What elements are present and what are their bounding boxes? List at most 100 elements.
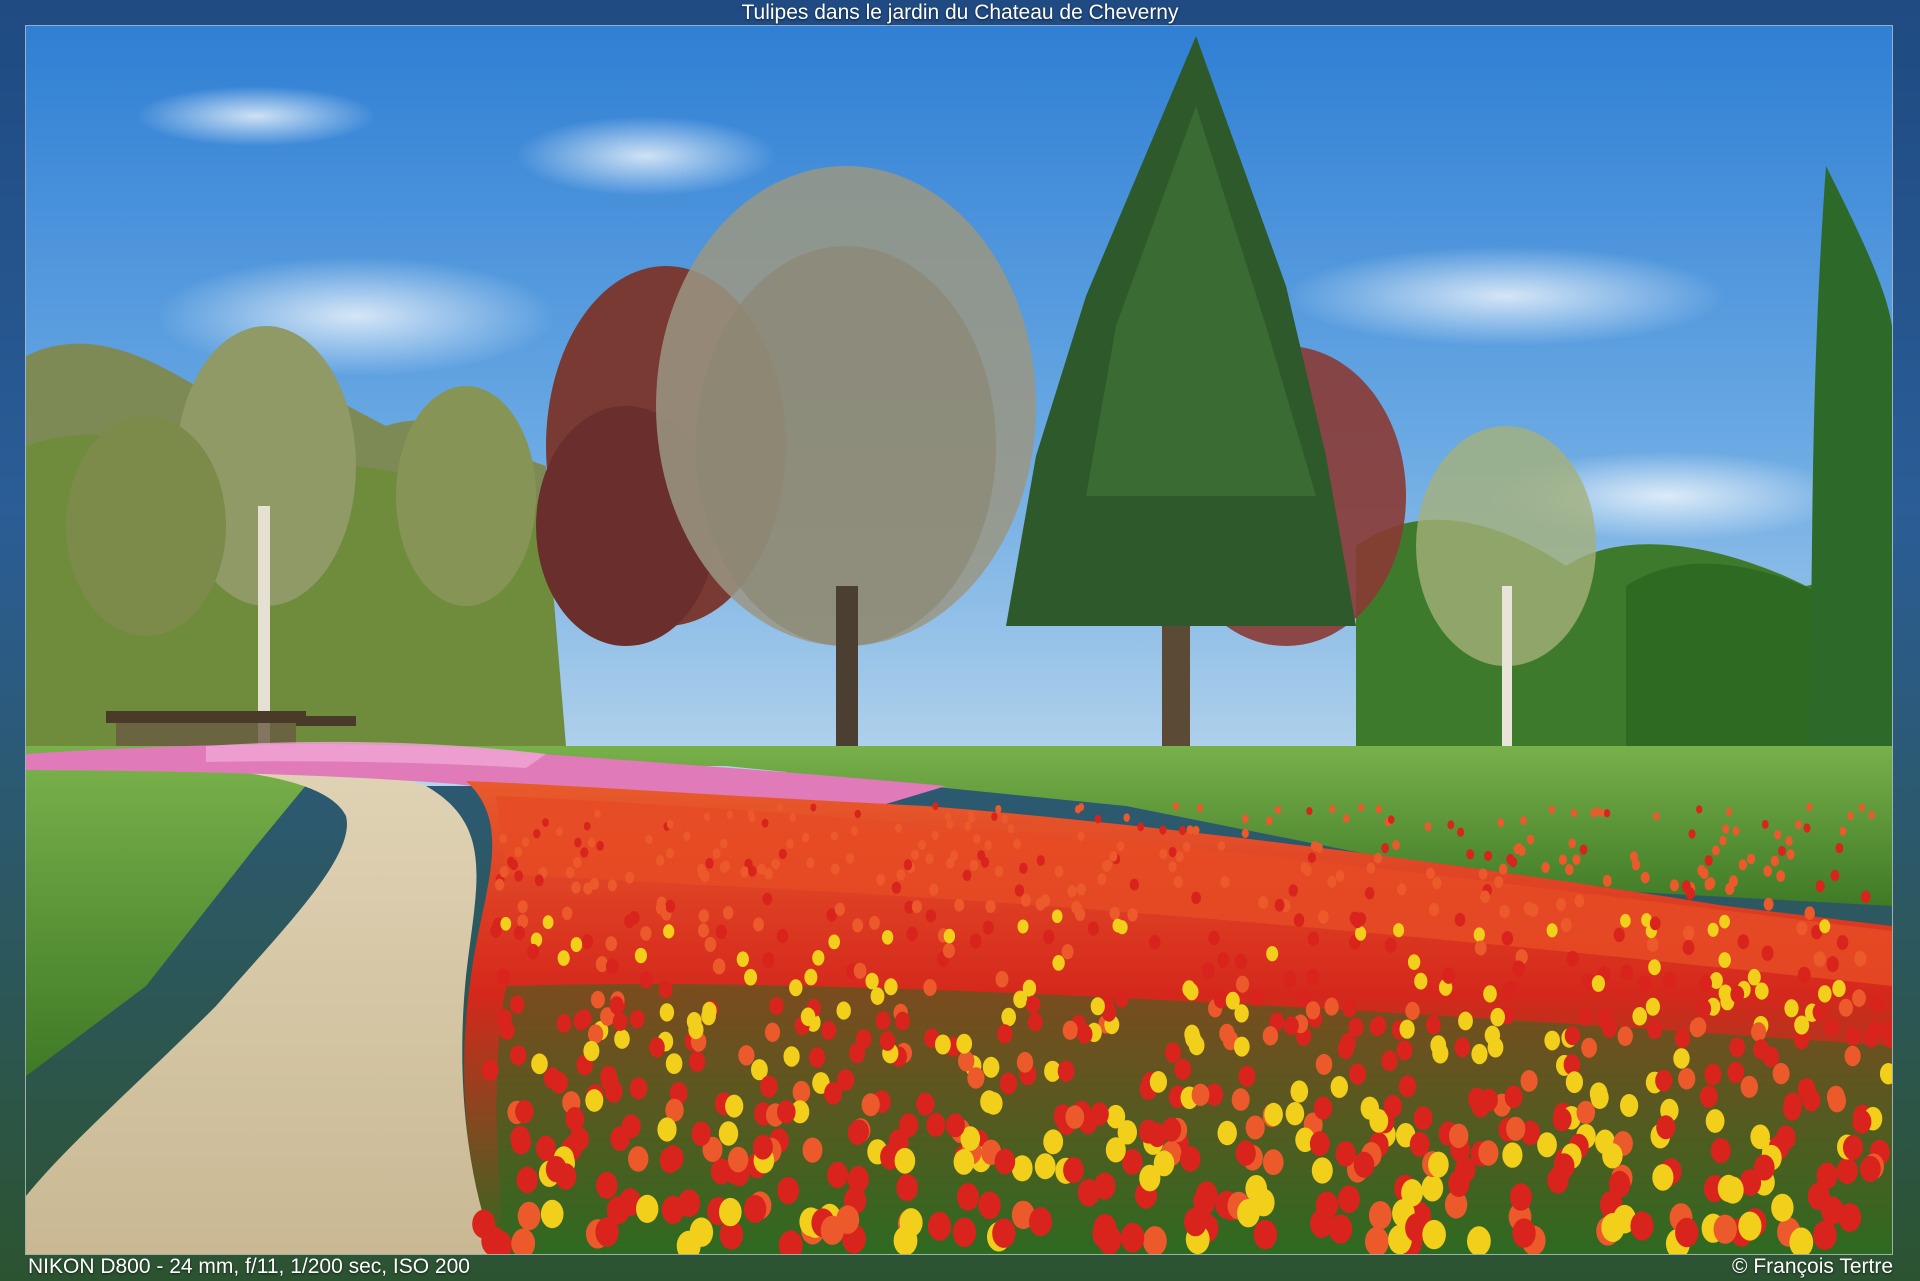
tulip-blossom: [628, 1146, 649, 1172]
tulip-blossom: [1019, 862, 1028, 874]
tulip-blossom: [1755, 982, 1769, 1000]
tulip-blossom: [1796, 921, 1808, 936]
tulip-blossom: [1863, 1027, 1879, 1048]
tulip-blossom: [1149, 1071, 1167, 1093]
tulip-blossom: [1179, 825, 1186, 836]
tulip-blossom: [1786, 849, 1795, 860]
tulip-blossom: [587, 837, 596, 848]
tulip-blossom: [1381, 1050, 1398, 1072]
tulip-blossom: [1057, 1060, 1075, 1082]
tulip-blossom: [1309, 1131, 1330, 1157]
tulip-blossom: [982, 920, 994, 935]
tulip-blossom: [736, 951, 749, 967]
tulip-blossom: [1544, 1030, 1560, 1051]
tulip-blossom: [712, 848, 721, 859]
tulip-blossom: [1597, 1007, 1613, 1027]
tulip-blossom: [1835, 843, 1844, 854]
tulip-blossom: [1558, 854, 1567, 865]
tulip-blossom: [698, 909, 709, 923]
tulip-blossom: [1078, 803, 1085, 812]
tulip-blossom: [531, 1053, 548, 1075]
tulip-blossom: [585, 1089, 604, 1112]
tulip-blossom: [1366, 862, 1376, 874]
tulip-blossom: [1090, 997, 1105, 1016]
tulip-blossom: [1471, 1043, 1488, 1065]
tulip-blossom: [1180, 1146, 1201, 1172]
tulip-blossom: [1704, 1063, 1722, 1086]
tulip-blossom: [605, 1080, 623, 1103]
tulip-blossom: [665, 1053, 683, 1074]
tulip-blossom: [789, 979, 803, 997]
tulip-blossom: [1016, 1051, 1034, 1073]
tulip-blossom: [497, 968, 510, 986]
tulip-blossom: [760, 1075, 778, 1098]
tulip-blossom: [1029, 1207, 1052, 1237]
tulip-blossom: [657, 1117, 677, 1142]
tulip-blossom: [1784, 999, 1799, 1018]
tulip-blossom: [869, 916, 880, 930]
tulip-blossom: [610, 1126, 630, 1151]
tulip-blossom: [1520, 1070, 1538, 1092]
tulip-blossom: [1036, 855, 1045, 866]
tulip-blossom: [1315, 1053, 1333, 1075]
tulip-blossom: [1235, 1140, 1256, 1166]
tulip-blossom: [995, 970, 1009, 988]
tulip-blossom: [1149, 934, 1161, 950]
tulip-blossom: [1401, 1179, 1423, 1207]
tulip-blossom: [1311, 1157, 1333, 1184]
tulip-blossom: [1432, 1043, 1449, 1064]
tulip-blossom: [1235, 975, 1250, 993]
tulip-blossom: [1568, 838, 1576, 849]
tulip-blossom: [1509, 1183, 1532, 1211]
tulip-blossom: [1689, 1018, 1705, 1038]
tulip-blossom: [865, 972, 879, 990]
tulip-blossom: [1063, 1157, 1084, 1184]
tulip-blossom: [1826, 956, 1839, 973]
tulip-blossom: [1713, 1214, 1737, 1244]
tulip-blossom: [1343, 814, 1350, 823]
tulip-blossom: [1502, 1142, 1523, 1168]
tulip-blossom: [1225, 991, 1240, 1010]
tulip-blossom: [1193, 1187, 1216, 1216]
tulip-blossom: [845, 853, 855, 864]
tulip-blossom: [1483, 985, 1497, 1003]
tulip-blossom: [1480, 890, 1490, 903]
tulip-blossom: [1324, 997, 1339, 1016]
tulip-blossom: [571, 881, 581, 894]
tulip-blossom: [1245, 1115, 1265, 1140]
tulip-blossom: [1371, 1015, 1387, 1035]
tulip-blossom: [1570, 808, 1578, 818]
tulip-blossom: [705, 858, 714, 869]
tulip-blossom: [542, 915, 554, 930]
tulip-blossom: [1449, 1123, 1469, 1149]
tulip-blossom: [1746, 853, 1756, 865]
tulip-blossom: [1473, 927, 1485, 942]
tulip-blossom: [698, 923, 709, 938]
tulip-blossom: [1785, 836, 1793, 846]
tulip-blossom: [719, 1197, 742, 1227]
tulip-blossom: [634, 947, 648, 964]
tulip-blossom: [1127, 908, 1138, 922]
tulip-blossom: [1819, 919, 1831, 934]
tulip-blossom: [612, 1012, 628, 1031]
tulip-blossom: [513, 925, 526, 941]
tulip-blossom: [1698, 975, 1712, 992]
tulip-blossom: [1191, 1083, 1210, 1107]
tulip-blossom: [570, 937, 583, 953]
tulip-blossom: [876, 873, 886, 886]
tulip-blossom: [925, 853, 934, 865]
tulip-blossom: [1737, 934, 1750, 950]
tulip-blossom: [1806, 803, 1813, 811]
tulip-blossom: [1803, 823, 1811, 833]
tulip-blossom: [809, 1047, 826, 1068]
tulip-blossom: [1613, 927, 1625, 943]
tulip-blossom: [691, 1121, 711, 1147]
tulip-blossom: [1288, 884, 1298, 897]
tulip-blossom: [556, 827, 563, 837]
tulip-blossom: [665, 899, 676, 913]
tulip-blossom: [1844, 1045, 1861, 1067]
tulip-blossom: [896, 1174, 918, 1202]
tulip-blossom: [935, 1034, 951, 1055]
tulip-blossom: [1859, 1155, 1881, 1182]
tulip-blossom: [812, 950, 825, 966]
